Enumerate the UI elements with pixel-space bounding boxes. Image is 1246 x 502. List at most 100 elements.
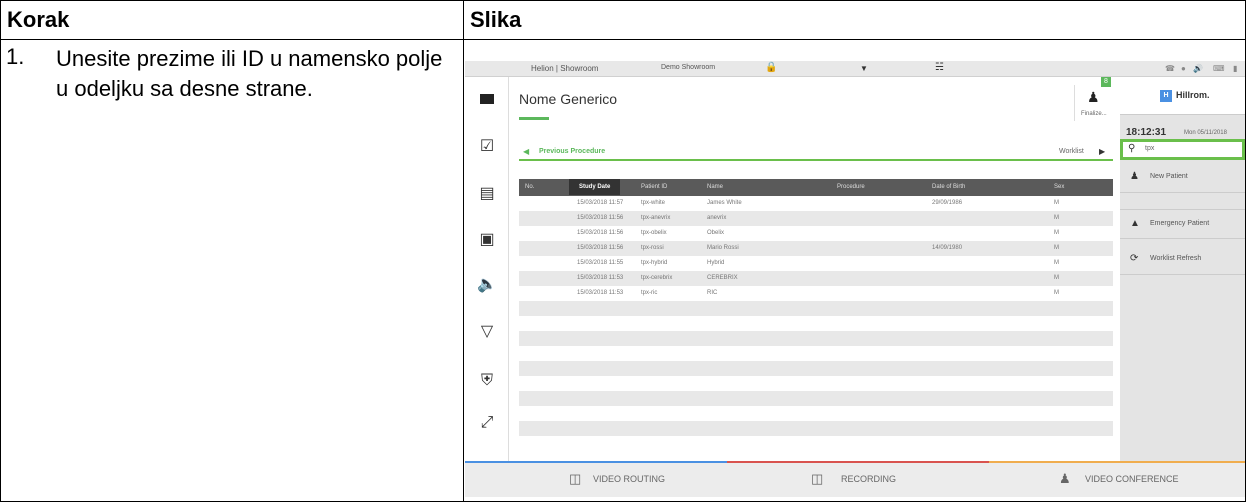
procedure-nav-bar: ◀ Previous Procedure Worklist ▶ xyxy=(519,145,1113,161)
emergency-icon: ▲ xyxy=(1130,218,1140,229)
video-conference-tab[interactable]: ♟ VIDEO CONFERENCE xyxy=(989,461,1245,497)
table-row[interactable] xyxy=(519,346,1113,361)
table-cell: M xyxy=(1054,275,1059,281)
column-header[interactable]: Name xyxy=(707,184,723,190)
table-cell: Hybrid xyxy=(707,260,725,266)
previous-procedure-link[interactable]: Previous Procedure xyxy=(539,148,605,155)
room-name: Demo Showroom xyxy=(661,64,716,71)
finalize-button[interactable]: 8 ♟ Finalize... xyxy=(1074,77,1114,121)
table-row[interactable]: 15/03/2018 11:56 tpx-obelix Obelix M xyxy=(519,226,1113,241)
table-cell: tpx-anevrix xyxy=(641,215,671,221)
chevron-left-icon[interactable]: ◀ xyxy=(523,147,529,156)
chevron-down-icon[interactable]: ▼ xyxy=(860,64,868,73)
table-cell: James White xyxy=(707,200,742,206)
table-cell: M xyxy=(1054,215,1059,221)
table-cell: tpx-ric xyxy=(641,290,658,296)
table-row[interactable] xyxy=(519,361,1113,376)
recording-tab[interactable]: ◫ RECORDING xyxy=(727,461,989,497)
volume-icon[interactable]: 🔊 xyxy=(1193,64,1203,73)
step-cell xyxy=(0,39,464,502)
speaker-icon[interactable]: 🔈 xyxy=(477,275,497,295)
worklist-link[interactable]: Worklist xyxy=(1059,148,1084,155)
table-row[interactable] xyxy=(519,421,1113,436)
record-dot-icon: ● xyxy=(1181,64,1186,73)
worklist-refresh-button[interactable]: ⟳ Worklist Refresh xyxy=(1120,245,1245,275)
table-row[interactable] xyxy=(519,301,1113,316)
search-input[interactable]: tpx xyxy=(1145,145,1154,152)
table-row[interactable] xyxy=(519,406,1113,421)
emergency-patient-button[interactable]: ▲ Emergency Patient xyxy=(1120,209,1245,239)
worklist-refresh-label: Worklist Refresh xyxy=(1150,255,1202,262)
table-row[interactable]: 15/03/2018 11:55 tpx-hybrid Hybrid M xyxy=(519,256,1113,271)
display-icon[interactable]: ▣ xyxy=(477,230,497,250)
table-cell: 15/03/2018 11:53 xyxy=(577,290,624,296)
table-row[interactable]: 15/03/2018 11:56 tpx-anevrix anevrix M xyxy=(519,211,1113,226)
patient-card-icon[interactable] xyxy=(477,89,497,109)
battery-icon: ▮ xyxy=(1233,64,1238,73)
table-row[interactable] xyxy=(519,391,1113,406)
column-header[interactable]: No. xyxy=(525,184,534,190)
search-box[interactable]: ⚲ tpx xyxy=(1120,139,1245,160)
layers-icon[interactable]: ▤ xyxy=(477,184,497,204)
checklist-icon[interactable]: ☑ xyxy=(477,137,497,157)
video-routing-label: VIDEO ROUTING xyxy=(593,474,666,484)
table-cell: tpx-hybrid xyxy=(641,260,668,266)
right-panel: H Hillrom. 18:12:31 Mon 05/11/2018 ⚲ tpx… xyxy=(1120,77,1245,461)
table-cell: 15/03/2018 11:53 xyxy=(577,275,624,281)
new-patient-label: New Patient xyxy=(1150,173,1188,180)
column-header[interactable]: Study Date xyxy=(569,179,621,195)
video-routing-tab[interactable]: ◫ VIDEO ROUTING xyxy=(465,461,727,497)
table-cell: tpx-obelix xyxy=(641,230,667,236)
column-header[interactable]: Sex xyxy=(1054,184,1064,190)
table-cell: RIC xyxy=(707,290,718,296)
expand-icon[interactable]: ⤢ xyxy=(477,413,497,433)
table-cell: 14/09/1980 xyxy=(932,245,963,251)
patient-name: Nome Generico xyxy=(519,91,618,107)
table-row[interactable] xyxy=(519,316,1113,331)
video-routing-icon: ◫ xyxy=(569,471,582,486)
step-number: 1. xyxy=(6,44,25,69)
new-patient-button[interactable]: ♟ New Patient xyxy=(1120,163,1245,193)
table-row[interactable]: 15/03/2018 11:56 tpx-rossi Mario Rossi 14/0… xyxy=(519,241,1113,256)
table-row[interactable]: 15/03/2018 11:57 tpx-white James White 29/0… xyxy=(519,196,1113,211)
table-cell: CEREBRIX xyxy=(707,275,738,281)
column-header[interactable]: Date of Birth xyxy=(932,184,965,190)
header-slika: Slika xyxy=(463,0,1246,40)
keyboard-icon[interactable]: ⌨ xyxy=(1213,64,1225,73)
table-cell: M xyxy=(1054,200,1059,206)
worklist-table: No. Study Date Patient ID Name Procedure Date… xyxy=(519,179,1113,436)
table-cell: tpx-rossi xyxy=(641,245,664,251)
main-panel: Nome Generico 8 ♟ Finalize... ◀ Previous… xyxy=(509,77,1120,461)
table-cell: tpx-cerebrix xyxy=(641,275,673,281)
table-row[interactable] xyxy=(519,331,1113,346)
network-icon[interactable]: ☵ xyxy=(935,62,944,73)
recording-icon: ◫ xyxy=(811,471,824,486)
table-row[interactable]: 15/03/2018 11:53 tpx-cerebrix CEREBRIX M xyxy=(519,271,1113,286)
table-cell: 29/09/1986 xyxy=(932,200,963,206)
chevron-right-icon[interactable]: ▶ xyxy=(1099,147,1105,156)
name-underline xyxy=(519,117,549,120)
video-conference-label: VIDEO CONFERENCE xyxy=(1085,474,1179,484)
surgical-table-icon[interactable]: ⛨ xyxy=(477,371,497,391)
column-header[interactable]: Procedure xyxy=(837,184,865,190)
table-row[interactable] xyxy=(519,376,1113,391)
add-person-icon: ♟ xyxy=(1130,171,1139,182)
brand-name: Hillrom. xyxy=(1176,90,1210,100)
table-cell: Mario Rossi xyxy=(707,245,739,251)
video-conference-icon: ♟ xyxy=(1059,471,1071,486)
table-cell: Obelix xyxy=(707,230,725,236)
column-header[interactable]: Patient ID xyxy=(641,184,667,190)
table-cell: M xyxy=(1054,230,1059,236)
table-row[interactable]: 15/03/2018 11:53 tpx-ric RIC M xyxy=(519,286,1113,301)
table-cell: tpx-white xyxy=(641,200,666,206)
surgical-light-icon[interactable]: ▽ xyxy=(477,322,497,342)
finalize-label: Finalize... xyxy=(1081,111,1107,117)
bottom-bar: ◫ VIDEO ROUTING ◫ RECORDING ♟ VIDEO CONF… xyxy=(465,461,1245,497)
step-text: Unesite prezime ili ID u namensko polje … xyxy=(56,46,443,101)
refresh-icon: ⟳ xyxy=(1130,253,1139,264)
screenshot: Helion | Showroom Demo Showroom 🔒 ▼ ☵ ☎ … xyxy=(465,61,1245,497)
lock-icon[interactable]: 🔒 xyxy=(765,62,777,73)
phone-icon[interactable]: ☎ xyxy=(1165,64,1175,73)
search-icon: ⚲ xyxy=(1128,143,1136,154)
status-bar: Helion | Showroom Demo Showroom 🔒 ▼ ☵ ☎ … xyxy=(465,61,1245,77)
